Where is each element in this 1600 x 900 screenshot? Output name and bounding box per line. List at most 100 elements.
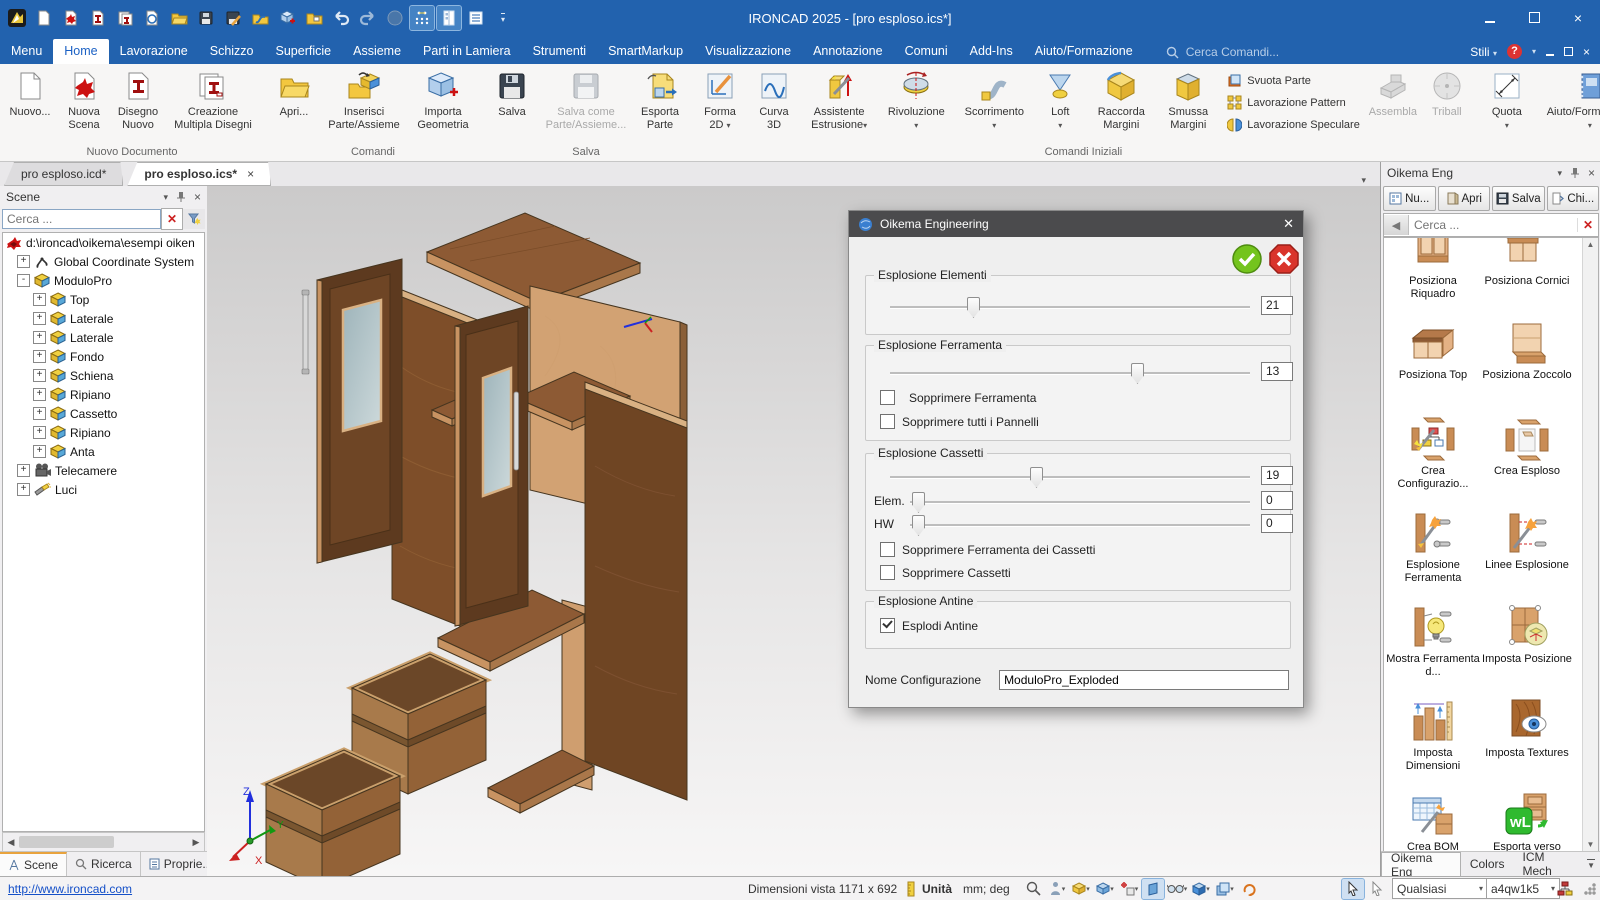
tab-colors[interactable]: Colors: [1461, 852, 1514, 876]
doc-close-icon[interactable]: ×: [1583, 45, 1590, 59]
catalog-item-posiziona-zoccolo[interactable]: Posiziona Zoccolo: [1480, 318, 1574, 412]
selection-filter-combo[interactable]: Qualsiasi▾: [1392, 878, 1488, 899]
camera-yellow-icon[interactable]: ▾: [1070, 879, 1092, 899]
filter-icon[interactable]: [183, 209, 205, 229]
config-copies-icon[interactable]: ▾: [1214, 879, 1236, 899]
checkbox-sopprimere-pannelli[interactable]: Sopprimere tutti i Pannelli: [880, 414, 1039, 429]
catalog-item-posiziona-cornici[interactable]: Posiziona Cornici: [1480, 237, 1574, 318]
tab-overflow-icon[interactable]: ▾: [1361, 175, 1366, 186]
flowchart-icon[interactable]: [1557, 877, 1573, 900]
expander-plus-icon[interactable]: +: [33, 369, 46, 382]
close-icon[interactable]: ×: [1588, 166, 1595, 180]
new-multi-drawing-icon[interactable]: [113, 6, 137, 30]
checkbox-icon[interactable]: [880, 565, 895, 580]
catalog-item-crea-bom[interactable]: Crea BOM: [1386, 788, 1480, 852]
doc-restore-icon[interactable]: [1564, 45, 1573, 59]
nuova-scena-button[interactable]: Nuova Scena: [57, 65, 111, 145]
dialog-title-bar[interactable]: Oikema Engineering ✕: [849, 211, 1303, 237]
tree-item-top[interactable]: +Top: [3, 290, 204, 309]
visual-style-icon[interactable]: ▾: [1166, 879, 1188, 899]
back-arrow-icon[interactable]: ◀: [1384, 215, 1409, 235]
expander-plus-icon[interactable]: +: [33, 312, 46, 325]
expander-plus-icon[interactable]: +: [33, 350, 46, 363]
save-icon[interactable]: [194, 6, 218, 30]
expander-plus-icon[interactable]: +: [17, 464, 30, 477]
restore-button[interactable]: [1512, 10, 1556, 26]
scene-browser-icon[interactable]: [464, 6, 488, 30]
ironcad-link[interactable]: http://www.ironcad.com: [8, 882, 132, 896]
zoom-icon[interactable]: [1022, 879, 1044, 899]
catalog-item-crea-esploso[interactable]: Crea Esploso: [1480, 412, 1574, 506]
insert-part-icon[interactable]: [275, 6, 299, 30]
help-icon[interactable]: ?: [1507, 44, 1522, 59]
oikema-dialog[interactable]: Oikema Engineering ✕ Esplosione Elementi…: [848, 210, 1304, 708]
catalog-item-esporta-cam[interactable]: wLEsporta verso CAM: [1480, 788, 1574, 852]
units-label[interactable]: Unità: [922, 877, 952, 900]
elementi-value[interactable]: 21: [1261, 296, 1293, 315]
scrollbar-thumb[interactable]: [19, 836, 114, 848]
tree-item-laterale-2[interactable]: +Laterale: [3, 328, 204, 347]
tab-ricerca[interactable]: Ricerca: [67, 852, 141, 876]
slider-thumb[interactable]: [1131, 363, 1144, 384]
anchor-icon[interactable]: ▾: [1118, 879, 1140, 899]
render-person-icon[interactable]: ▾: [1046, 879, 1068, 899]
catalog-item-posiziona-top[interactable]: Posiziona Top: [1386, 318, 1480, 412]
horizontal-scrollbar[interactable]: ◀ ▶: [2, 832, 205, 852]
cassetti-slider[interactable]: [890, 476, 1250, 478]
smart-dimensions-icon[interactable]: [410, 6, 434, 30]
doc-tab-ics[interactable]: pro esploso.ics*×: [127, 162, 271, 186]
smussa-margini-button[interactable]: Smussa Margini: [1155, 65, 1221, 145]
loft-button[interactable]: Loft▾: [1033, 65, 1087, 145]
lavorazione-pattern-button[interactable]: Lavorazione Pattern: [1227, 95, 1360, 110]
scroll-left-icon[interactable]: ◀: [3, 837, 19, 848]
cassetti-value[interactable]: 19: [1261, 466, 1293, 485]
expander-plus-icon[interactable]: +: [17, 255, 30, 268]
catalog-new-button[interactable]: Nu...: [1383, 186, 1436, 211]
tab-lavorazione[interactable]: Lavorazione: [109, 39, 199, 64]
qat-overflow-icon[interactable]: ▾: [491, 6, 515, 30]
checkbox-icon[interactable]: [880, 390, 895, 405]
tree-item-ripiano-1[interactable]: +Ripiano: [3, 385, 204, 404]
chevron-down-icon[interactable]: ▾: [1557, 168, 1562, 179]
close-icon[interactable]: ×: [194, 190, 201, 204]
catalog-item-esplosione-ferramenta[interactable]: Esplosione Ferramenta: [1386, 506, 1480, 600]
catalog-item-imposta-dimensioni[interactable]: Imposta Dimensioni: [1386, 694, 1480, 788]
tab-home[interactable]: Home: [53, 39, 108, 64]
open-folder-icon[interactable]: [167, 6, 191, 30]
tab-visualizzazione[interactable]: Visualizzazione: [694, 39, 802, 64]
command-search[interactable]: Cerca Comandi...: [1166, 45, 1279, 64]
checkbox-sopprimere-cassetti[interactable]: Sopprimere Cassetti: [880, 565, 1011, 580]
tab-annotazione[interactable]: Annotazione: [802, 39, 894, 64]
tab-superficie[interactable]: Superficie: [265, 39, 343, 64]
hw-slider[interactable]: [910, 524, 1250, 526]
curva-3d-button[interactable]: Curva 3D: [747, 65, 801, 145]
save-as-icon[interactable]: [221, 6, 245, 30]
config-name-input[interactable]: [999, 670, 1289, 690]
tab-smartmarkup[interactable]: SmartMarkup: [597, 39, 694, 64]
dialog-ok-button[interactable]: [1231, 243, 1263, 275]
assistente-estrusione-button[interactable]: Assistente Estrusione▾: [801, 65, 877, 145]
catalog-item-linee-esplosione[interactable]: Linee Esplosione: [1480, 506, 1574, 600]
slider-thumb[interactable]: [967, 297, 980, 318]
tree-item-modulopro[interactable]: - ModuloPro: [3, 271, 204, 290]
checkbox-icon[interactable]: [880, 542, 895, 557]
scene-search-input[interactable]: [2, 209, 161, 229]
expander-plus-icon[interactable]: +: [33, 331, 46, 344]
ferramenta-slider[interactable]: [890, 372, 1250, 374]
disegno-nuovo-button[interactable]: Disegno Nuovo: [111, 65, 165, 145]
tab-overflow-icon[interactable]: ▼: [1581, 852, 1600, 876]
expander-minus-icon[interactable]: -: [17, 274, 30, 287]
raccorda-margini-button[interactable]: Raccorda Margini: [1087, 65, 1155, 145]
checkbox-icon[interactable]: [880, 414, 895, 429]
render-cube-icon[interactable]: ▾: [1190, 879, 1212, 899]
catalog-item-posiziona-riquadro[interactable]: Posiziona Riquadro: [1386, 237, 1480, 318]
tab-menu[interactable]: Menu: [0, 39, 53, 64]
minimize-button[interactable]: [1468, 10, 1512, 26]
ferramenta-value[interactable]: 13: [1261, 362, 1293, 381]
tree-item-schiena[interactable]: +Schiena: [3, 366, 204, 385]
creazione-multipla-button[interactable]: Creazione Multipla Disegni: [165, 65, 261, 145]
save-catalog-icon[interactable]: [302, 6, 326, 30]
expander-plus-icon[interactable]: +: [33, 407, 46, 420]
tab-assieme[interactable]: Assieme: [342, 39, 412, 64]
tab-strumenti[interactable]: Strumenti: [522, 39, 598, 64]
